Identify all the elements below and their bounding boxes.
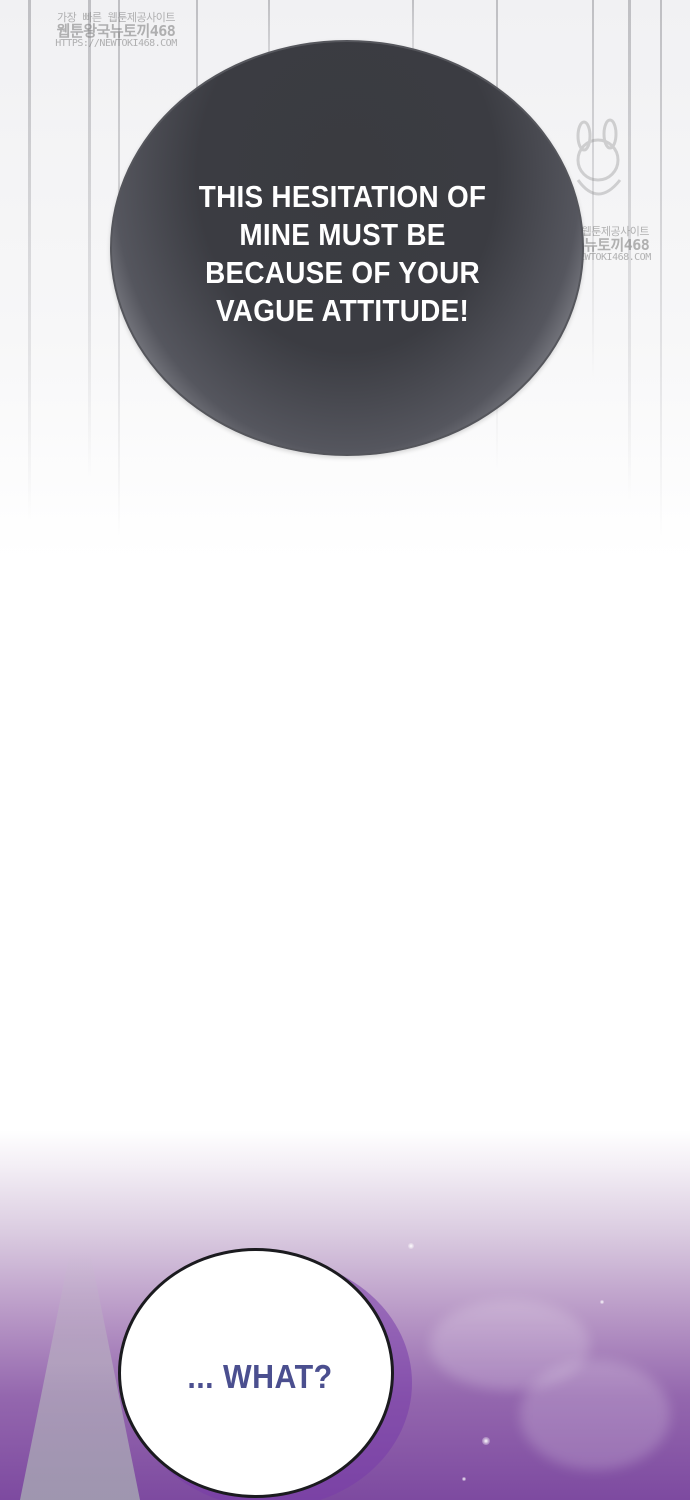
sparkle-icon xyxy=(408,1243,414,1249)
site-watermark: 가장 빠른 웹툰제공사이트 웹툰왕국뉴토끼468 HTTPS://NEWTOKI… xyxy=(48,12,184,50)
dialogue-line: MINE MUST BE xyxy=(239,217,446,252)
dialogue-line: BECAUSE OF YOUR xyxy=(205,255,480,290)
watermark-url: HTTPS://NEWTOKI468.COM xyxy=(55,38,177,50)
background-streak xyxy=(88,0,91,480)
sparkle-icon xyxy=(600,1300,604,1304)
dialogue-line: VAGUE ATTITUDE! xyxy=(215,293,470,328)
comic-page: 가장 빠른 웹툰제공사이트 웹툰왕국뉴토끼468 HTTPS://NEWTOKI… xyxy=(0,0,690,1500)
background-streak xyxy=(28,0,31,520)
dark-bubble-dialogue: THIS HESITATION OF MINE MUST BE BECAUSE … xyxy=(187,178,498,330)
watermark-line: 웹툰왕국뉴토끼468 xyxy=(56,21,176,40)
sparkle-icon xyxy=(482,1437,490,1445)
background-streak xyxy=(660,0,662,540)
background-haze xyxy=(520,1360,670,1470)
sparkle-icon xyxy=(462,1477,466,1481)
dialogue-line: THIS HESITATION OF xyxy=(198,179,487,214)
white-bubble-dialogue: ... WHAT? xyxy=(187,1358,333,1395)
